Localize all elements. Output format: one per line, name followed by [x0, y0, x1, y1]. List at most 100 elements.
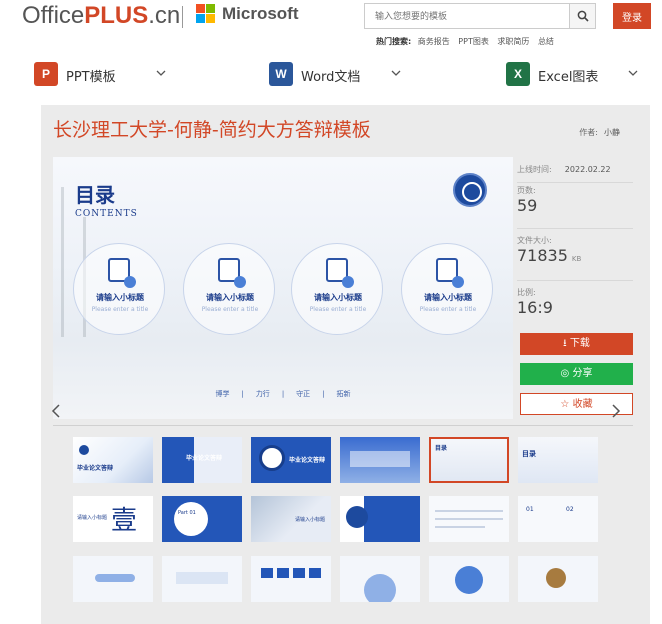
slide-thumbnail[interactable]: 请输入小标题 壹 — [73, 496, 153, 542]
chevron-down-icon — [156, 70, 166, 76]
footer-sep: | — [322, 390, 325, 398]
top-header: OfficePLUS.cn Microsoft 登录 热门搜索: 商务报告 PP… — [0, 0, 662, 56]
author-info: 作者: 小静 — [579, 127, 620, 138]
size-unit: KB — [571, 255, 582, 263]
share-button[interactable]: ◎ 分享 — [520, 363, 633, 385]
chevron-left-icon[interactable] — [50, 404, 62, 418]
preview-item-title: 请输入小标题 — [206, 293, 254, 302]
thumb-text: 目录 — [435, 445, 448, 452]
chevron-right-icon[interactable] — [610, 404, 622, 418]
search-button[interactable] — [569, 4, 595, 28]
size-label: 文件大小: — [517, 236, 552, 245]
thumb-text: 02 — [566, 506, 574, 513]
logo-suffix-text: .cn — [148, 2, 181, 29]
download-button[interactable]: ⭳ 下载 — [520, 333, 633, 355]
preview-decor — [61, 187, 64, 337]
hot-search-item[interactable]: 商务报告 — [418, 37, 450, 46]
slide-thumbnail-selected[interactable]: 目录 — [429, 437, 509, 483]
date-label: 上线时间: — [517, 165, 552, 174]
footer-sep: | — [241, 390, 244, 398]
thumb-text: 毕业论文答辩 — [186, 455, 223, 462]
powerpoint-icon: P — [34, 62, 58, 86]
pages-label: 页数: — [517, 186, 536, 195]
slide-thumbnail[interactable]: 毕业论文答辩 — [162, 437, 242, 483]
slide-thumbnail[interactable]: Part 01 — [162, 496, 242, 542]
download-label: 下载 — [569, 338, 590, 349]
footer-sep: | — [281, 390, 285, 398]
thumb-text: 毕业论文答辩 — [77, 465, 114, 472]
ratio-value: 16:9 — [517, 298, 553, 317]
hot-search-item[interactable]: 总结 — [538, 37, 554, 46]
university-seal-icon — [453, 173, 487, 207]
dot-icon — [452, 276, 464, 288]
preview-item-title: 请输入小标题 — [314, 293, 362, 302]
slide-thumbnail[interactable] — [340, 556, 420, 602]
thumb-text: Part 01 — [178, 510, 196, 516]
nav-word[interactable]: W Word文档 — [269, 62, 409, 90]
slide-thumbnail[interactable] — [429, 556, 509, 602]
chevron-down-icon — [628, 70, 638, 76]
author-name[interactable]: 小静 — [604, 128, 620, 137]
chevron-down-icon — [391, 70, 401, 76]
favorite-label: 收藏 — [572, 399, 593, 410]
dot-icon — [124, 276, 136, 288]
officeplus-logo[interactable]: OfficePLUS.cn — [22, 2, 180, 30]
share-label: 分享 — [572, 368, 593, 379]
footer-word: 守正 — [296, 390, 311, 398]
category-nav: P PPT模板 W Word文档 X Excel图表 — [0, 56, 662, 96]
dot-icon — [342, 276, 354, 288]
slide-thumbnail[interactable] — [340, 496, 420, 542]
preview-item: 请输入小标题 Please enter a title — [291, 243, 383, 335]
preview-item-title: 请输入小标题 — [424, 293, 472, 302]
excel-icon: X — [506, 62, 530, 86]
preview-item: 请输入小标题 Please enter a title — [73, 243, 165, 335]
preview-item-subtitle: Please enter a title — [201, 306, 259, 313]
info-ratio: 比例: 16:9 — [517, 287, 633, 331]
slide-preview[interactable]: 目录 CONTENTS 请输入小标题 Please enter a title … — [53, 157, 513, 419]
hot-search-item[interactable]: 求职简历 — [497, 37, 529, 46]
search-input[interactable] — [365, 5, 565, 29]
thumb-text: 毕业论文答辩 — [289, 457, 326, 464]
ratio-label: 比例: — [517, 288, 536, 297]
login-button[interactable]: 登录 — [613, 3, 651, 29]
preview-footer: 博学 | 力行 | 守正 | 拓新 — [53, 389, 513, 399]
slide-thumbnail[interactable] — [518, 556, 598, 602]
slide-thumbnail[interactable] — [162, 556, 242, 602]
word-icon: W — [269, 62, 293, 86]
footer-word: 力行 — [255, 390, 270, 398]
hot-search: 热门搜索: 商务报告 PPT图表 求职简历 总结 — [376, 36, 560, 47]
preview-item-subtitle: Please enter a title — [309, 306, 367, 313]
slide-thumbnail[interactable]: 01 02 — [518, 496, 598, 542]
slide-thumbnail[interactable]: 毕业论文答辩 — [73, 437, 153, 483]
download-icon: ⭳ — [563, 338, 570, 349]
slide-thumbnail[interactable] — [73, 556, 153, 602]
nav-ppt[interactable]: P PPT模板 — [34, 62, 174, 90]
thumb-text: 01 — [526, 506, 534, 513]
logo-office-text: Office — [22, 2, 85, 29]
thumb-text: 目录 — [522, 450, 536, 458]
slide-thumbnail[interactable]: 毕业论文答辩 — [251, 437, 331, 483]
search-icon — [577, 10, 589, 22]
search-box — [364, 3, 596, 29]
preview-item-subtitle: Please enter a title — [91, 306, 149, 313]
slide-thumbnail[interactable] — [429, 496, 509, 542]
slide-thumbnail[interactable] — [251, 556, 331, 602]
nav-ppt-label: PPT模板 — [66, 70, 116, 85]
logo-divider — [182, 6, 183, 28]
microsoft-logo-icon — [196, 4, 216, 24]
thumb-text: 请输入小标题 — [77, 515, 108, 521]
size-value: 71835 — [517, 246, 568, 265]
footer-word: 拓新 — [336, 390, 351, 398]
nav-excel[interactable]: X Excel图表 — [506, 62, 646, 90]
thumb-text: 请输入小标题 — [295, 517, 326, 523]
preview-item: 请输入小标题 Please enter a title — [401, 243, 493, 335]
preview-item-subtitle: Please enter a title — [419, 306, 477, 313]
slide-thumbnail[interactable]: 请输入小标题 — [251, 496, 331, 542]
info-pages: 页数: 59 — [517, 185, 633, 229]
logo-plus-text: PLUS — [84, 2, 149, 29]
hot-search-item[interactable]: PPT图表 — [458, 37, 489, 46]
slide-thumbnail[interactable]: 目录 — [518, 437, 598, 483]
star-icon: ☆ — [560, 399, 573, 410]
slide-thumbnail[interactable] — [340, 437, 420, 483]
author-label: 作者: — [579, 128, 598, 137]
